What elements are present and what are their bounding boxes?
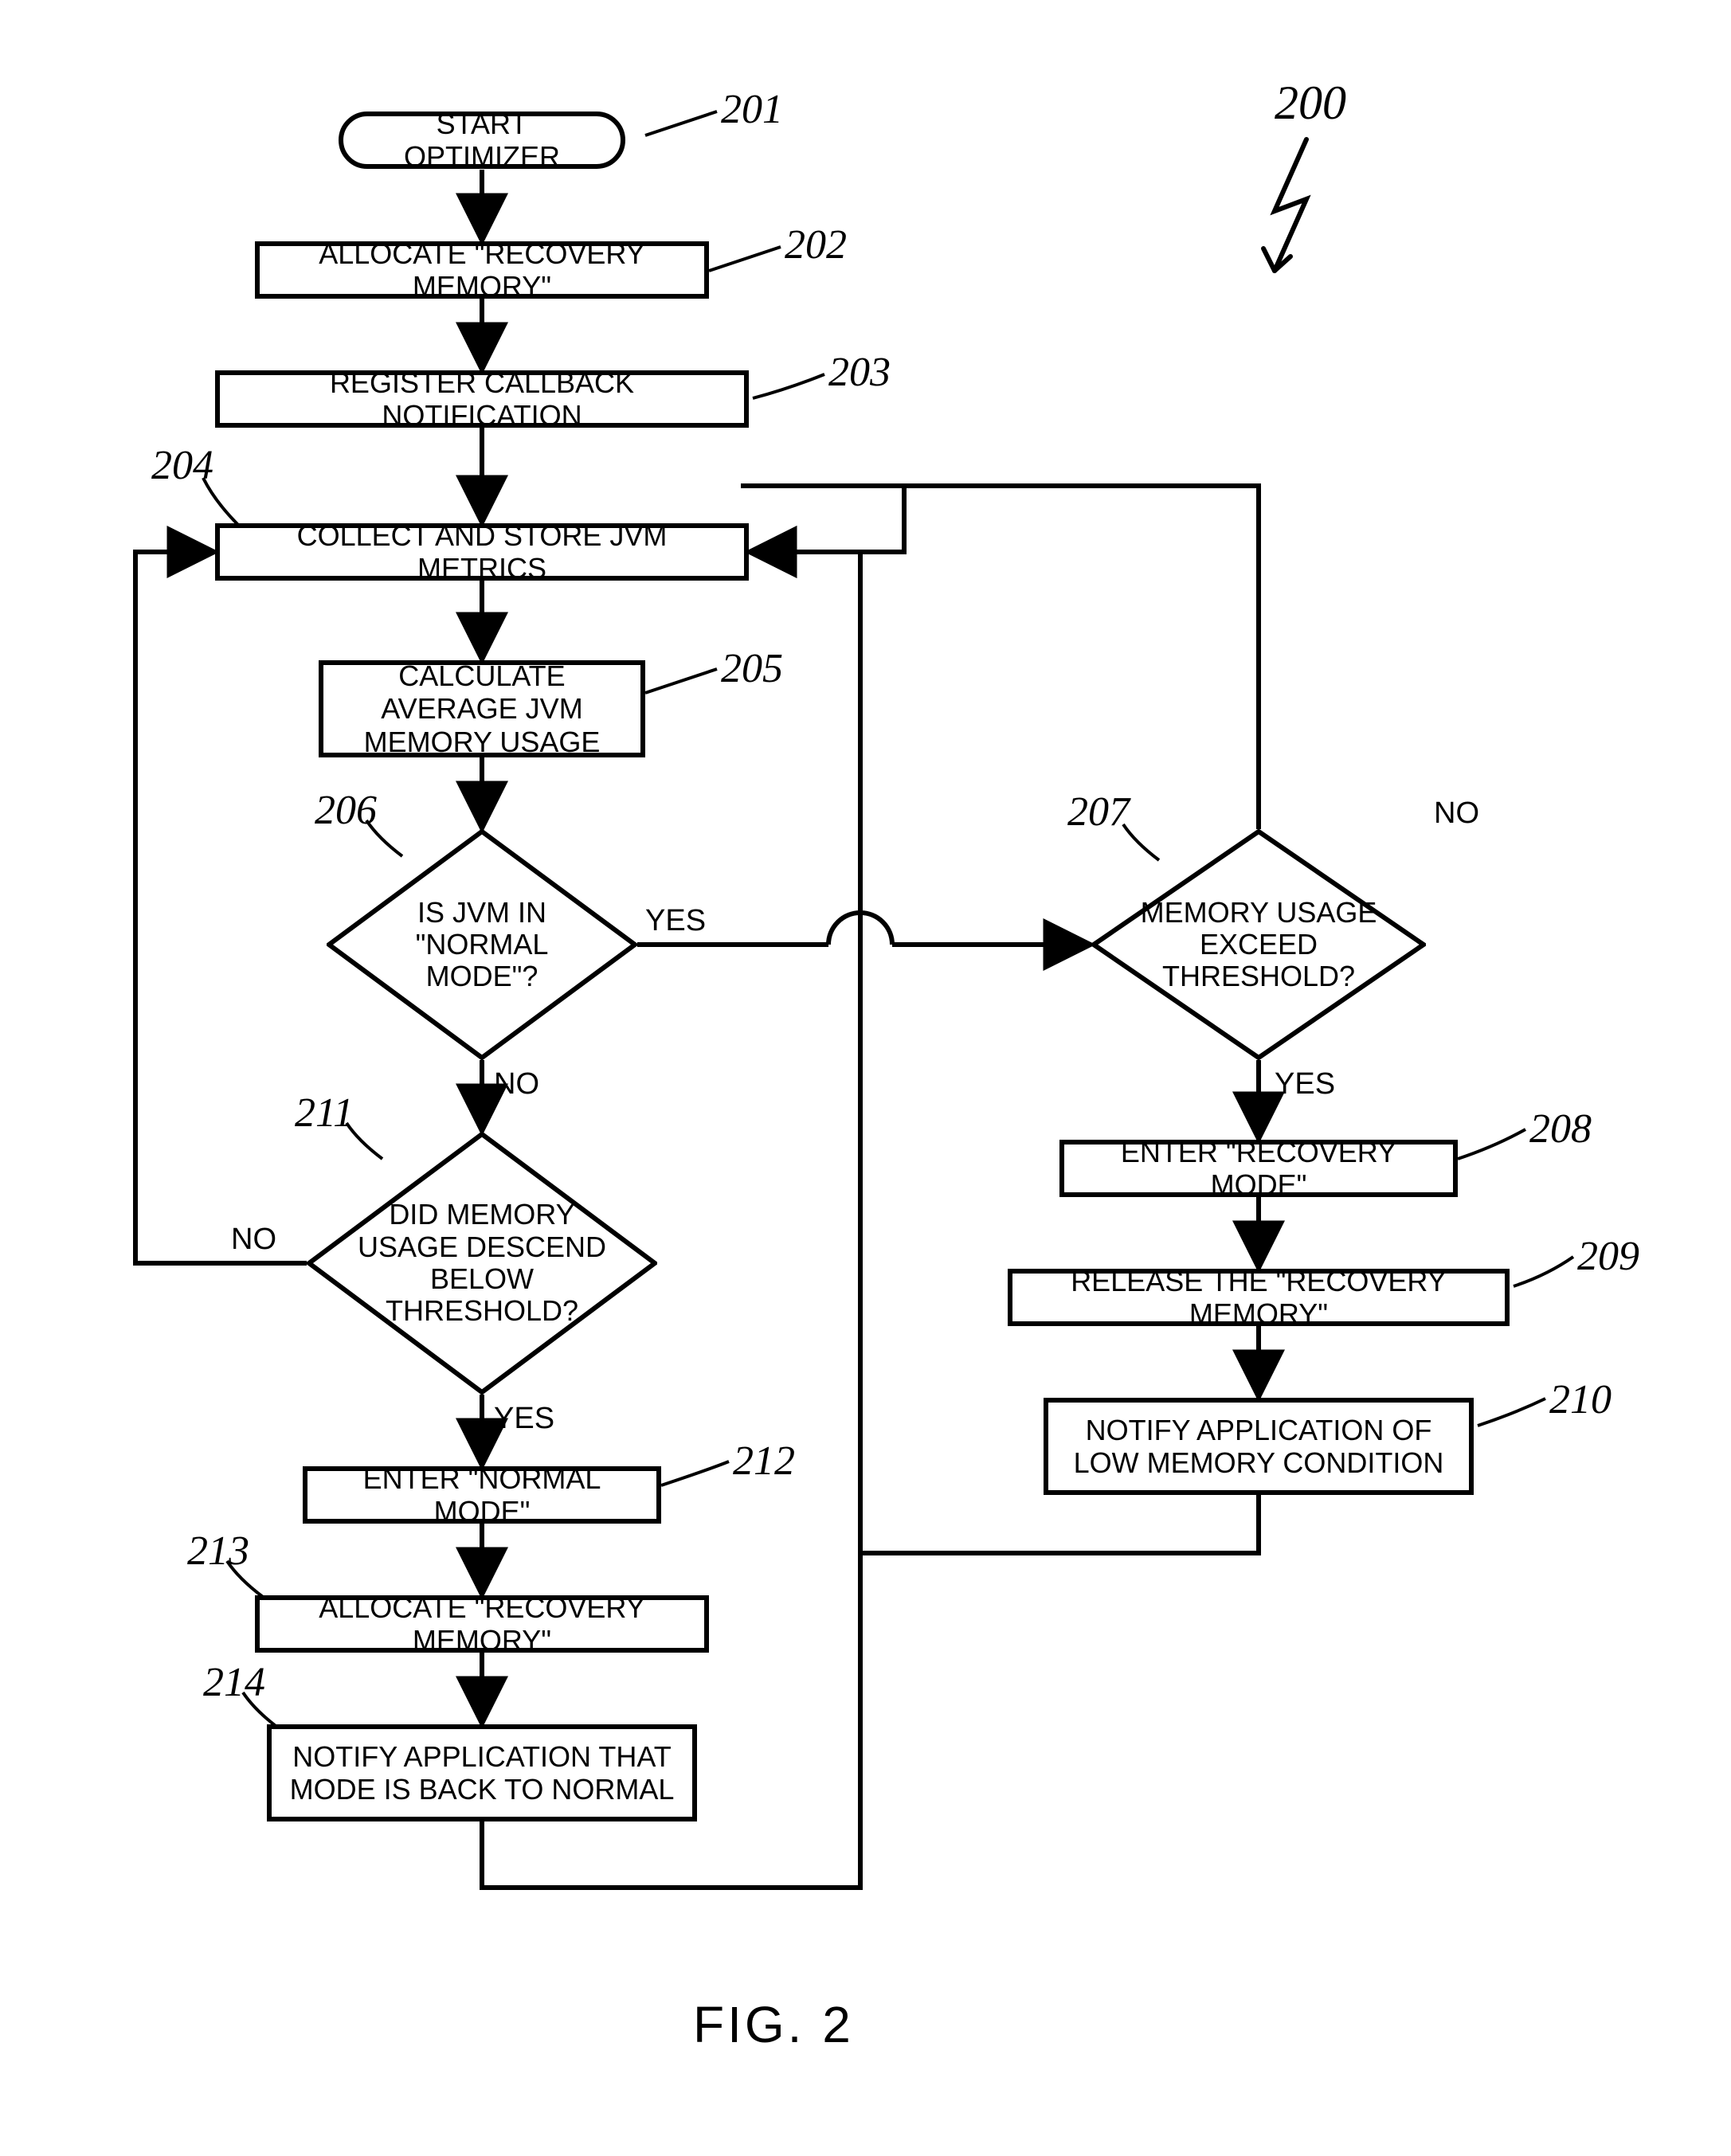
node-text: CALCULATE AVERAGE JVM MEMORY USAGE bbox=[333, 659, 631, 758]
ref-201: 201 bbox=[721, 86, 783, 133]
ref-204: 204 bbox=[151, 442, 213, 489]
process-allocate-recovery-memory-1: ALLOCATE "RECOVERY MEMORY" bbox=[255, 241, 709, 299]
node-text: REGISTER CALLBACK NOTIFICATION bbox=[229, 366, 734, 432]
node-text: DID MEMORY USAGE DESCEND BELOW THRESHOLD… bbox=[356, 1199, 609, 1327]
ref-202: 202 bbox=[785, 221, 847, 268]
process-notify-mode-normal: NOTIFY APPLICATION THAT MODE IS BACK TO … bbox=[267, 1724, 697, 1821]
figure-caption: FIG. 2 bbox=[693, 1995, 854, 2054]
process-release-recovery-memory: RELEASE THE "RECOVERY MEMORY" bbox=[1008, 1269, 1510, 1326]
ref-203: 203 bbox=[828, 349, 891, 396]
ref-206: 206 bbox=[315, 787, 377, 834]
ref-207: 207 bbox=[1067, 788, 1130, 835]
process-notify-low-memory: NOTIFY APPLICATION OF LOW MEMORY CONDITI… bbox=[1044, 1398, 1474, 1495]
ref-211: 211 bbox=[295, 1090, 354, 1137]
process-enter-normal-mode: ENTER "NORMAL MODE" bbox=[303, 1466, 661, 1524]
ref-209: 209 bbox=[1577, 1233, 1639, 1280]
node-text: ENTER "NORMAL MODE" bbox=[317, 1462, 647, 1528]
edge-label-yes-207: YES bbox=[1275, 1067, 1335, 1101]
process-allocate-recovery-memory-2: ALLOCATE "RECOVERY MEMORY" bbox=[255, 1595, 709, 1653]
decision-is-jvm-normal-mode: IS JVM IN "NORMAL MODE"? bbox=[327, 829, 637, 1060]
edge-label-no-211: NO bbox=[231, 1223, 276, 1257]
node-text: START OPTIMIZER bbox=[367, 108, 597, 174]
decision-memory-exceed-threshold: MEMORY USAGE EXCEED THRESHOLD? bbox=[1091, 829, 1426, 1060]
ref-208: 208 bbox=[1529, 1105, 1592, 1152]
ref-212: 212 bbox=[733, 1438, 795, 1485]
node-text: ALLOCATE "RECOVERY MEMORY" bbox=[269, 1591, 695, 1657]
process-register-callback: REGISTER CALLBACK NOTIFICATION bbox=[215, 370, 749, 428]
ref-205: 205 bbox=[721, 645, 783, 692]
edge-label-no-206: NO bbox=[494, 1067, 539, 1101]
connections-layer bbox=[0, 0, 1731, 2156]
flowchart-canvas: START OPTIMIZER 201 ALLOCATE "RECOVERY M… bbox=[0, 0, 1731, 2156]
node-text: MEMORY USAGE EXCEED THRESHOLD? bbox=[1138, 897, 1379, 993]
edge-label-yes-211: YES bbox=[494, 1402, 554, 1436]
ref-200: 200 bbox=[1275, 76, 1346, 131]
edge-label-no-207: NO bbox=[1434, 796, 1479, 831]
ref-213: 213 bbox=[187, 1528, 249, 1575]
process-enter-recovery-mode: ENTER "RECOVERY MODE" bbox=[1059, 1140, 1458, 1197]
process-collect-store-jvm-metrics: COLLECT AND STORE JVM METRICS bbox=[215, 523, 749, 581]
ref-214: 214 bbox=[203, 1659, 265, 1706]
decision-memory-descend-below-threshold: DID MEMORY USAGE DESCEND BELOW THRESHOLD… bbox=[307, 1132, 657, 1395]
edge-label-yes-206: YES bbox=[645, 904, 706, 938]
node-text: ALLOCATE "RECOVERY MEMORY" bbox=[269, 237, 695, 303]
process-calc-avg-jvm-memory: CALCULATE AVERAGE JVM MEMORY USAGE bbox=[319, 660, 645, 757]
terminator-start-optimizer: START OPTIMIZER bbox=[339, 112, 625, 169]
ref-210: 210 bbox=[1549, 1376, 1612, 1423]
node-text: COLLECT AND STORE JVM METRICS bbox=[229, 519, 734, 585]
node-text: NOTIFY APPLICATION OF LOW MEMORY CONDITI… bbox=[1058, 1414, 1459, 1480]
node-text: ENTER "RECOVERY MODE" bbox=[1074, 1136, 1443, 1202]
node-text: IS JVM IN "NORMAL MODE"? bbox=[370, 897, 594, 993]
node-text: RELEASE THE "RECOVERY MEMORY" bbox=[1022, 1265, 1495, 1331]
node-text: NOTIFY APPLICATION THAT MODE IS BACK TO … bbox=[281, 1740, 683, 1806]
